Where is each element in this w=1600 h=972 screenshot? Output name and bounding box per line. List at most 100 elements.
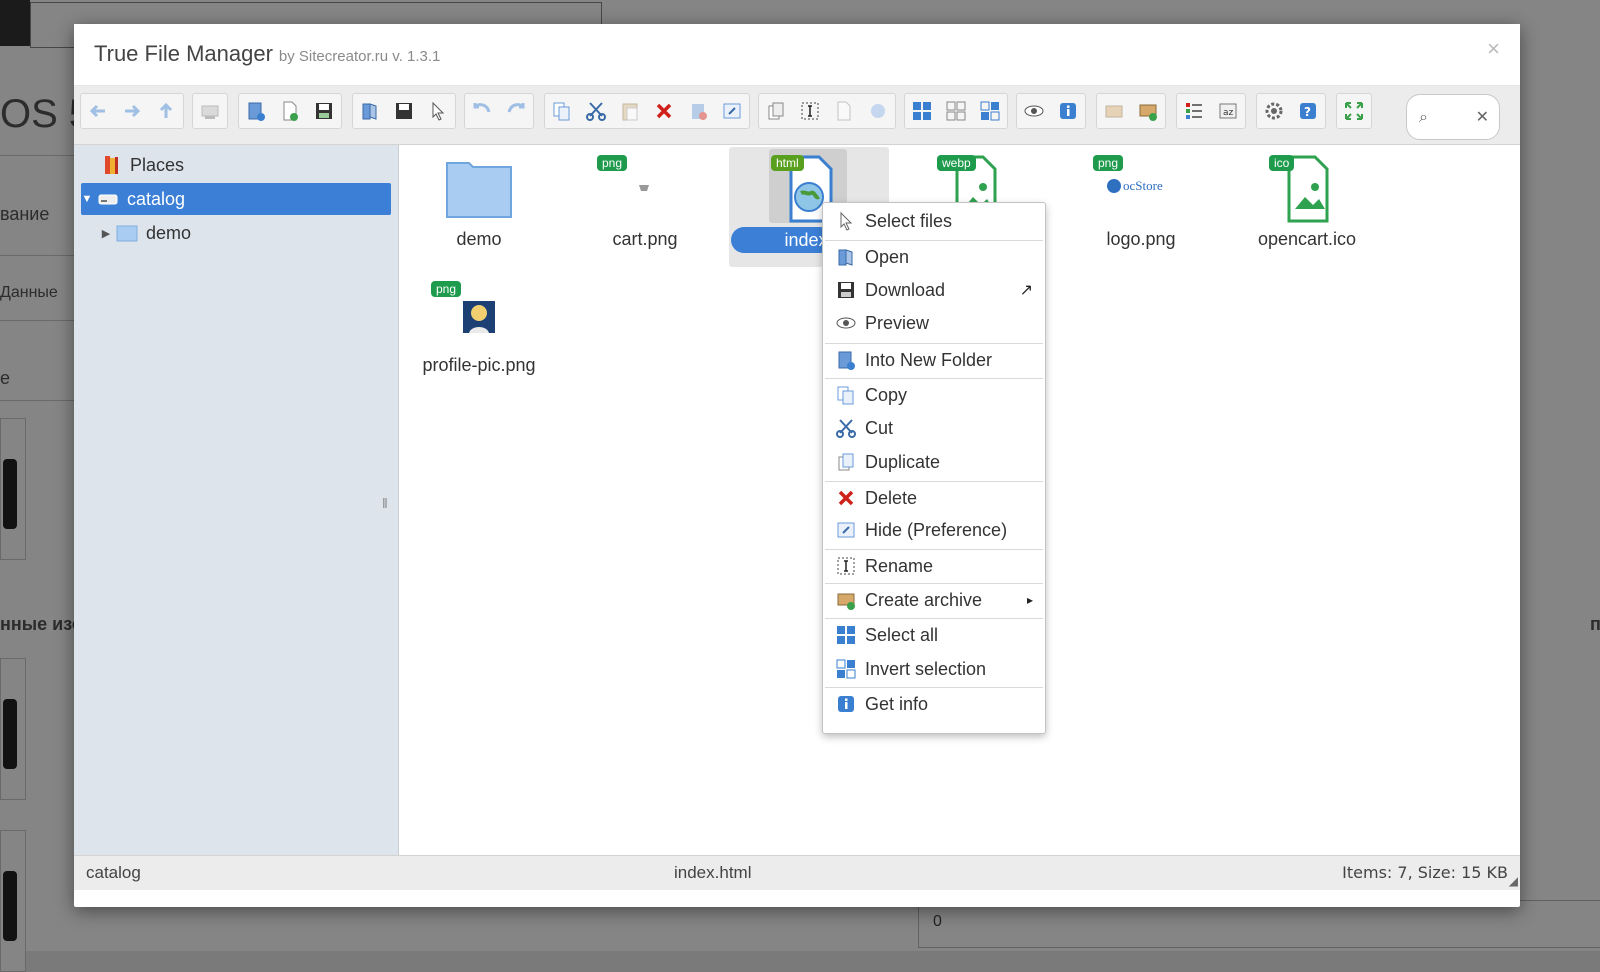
resize-button[interactable] (861, 94, 895, 128)
file-item-cart[interactable]: png cart.png (565, 147, 725, 267)
tree-item-catalog[interactable]: ▼ catalog (81, 183, 391, 215)
menu-item-label: Hide (Preference) (865, 519, 1008, 540)
menu-item-delete[interactable]: Delete (823, 482, 1045, 514)
file-name: logo.png (1106, 229, 1176, 249)
menu-item-create-archive[interactable]: Create archive ▸ (823, 584, 1045, 616)
menu-item-preview[interactable]: Preview (823, 307, 1045, 339)
resize-handle[interactable]: ‖ (382, 495, 388, 511)
extract-button[interactable] (1097, 94, 1131, 128)
settings-button[interactable] (1257, 94, 1291, 128)
invert-selection-button[interactable] (973, 94, 1007, 128)
rename-button[interactable] (793, 94, 827, 128)
folder-icon (446, 162, 512, 218)
dialog-title: True File Manager by Sitecreator.ru v. 1.… (94, 41, 440, 67)
menu-item-duplicate[interactable]: Duplicate (823, 446, 1045, 478)
search-input[interactable]: ⌕ ✕ (1406, 94, 1500, 140)
sort-button[interactable]: az (1211, 94, 1245, 128)
delete-button[interactable] (647, 94, 681, 128)
open-button[interactable] (353, 94, 387, 128)
drive-icon (97, 188, 121, 210)
arrow-up-icon (159, 102, 173, 118)
menu-item-rename[interactable]: Rename (823, 550, 1045, 582)
file-type-badge: png (431, 281, 462, 297)
back-button[interactable] (81, 94, 115, 128)
upload-button[interactable] (307, 94, 341, 128)
select-all-button[interactable] (905, 94, 939, 128)
menu-item-download[interactable]: Download ↗ (823, 274, 1045, 306)
duplicate-icon (768, 102, 784, 120)
empty-button[interactable] (681, 94, 715, 128)
status-summary: Items: 7, Size: 15 KB (1342, 863, 1508, 882)
menu-item-invert-selection[interactable]: Invert selection (823, 653, 1045, 685)
up-button[interactable] (149, 94, 183, 128)
resize-grip-icon[interactable]: ◢ (1509, 874, 1518, 888)
open-icon (833, 246, 859, 268)
tree-item-demo[interactable]: ▶ demo (100, 217, 191, 249)
archive-button[interactable] (1131, 94, 1165, 128)
select-button[interactable] (421, 94, 455, 128)
cut-button[interactable] (579, 94, 613, 128)
select-none-button[interactable] (939, 94, 973, 128)
toolbar-group-info (1016, 93, 1086, 129)
tree-item-label: demo (146, 222, 192, 243)
toolbar-group-manage (758, 93, 896, 129)
paste-button[interactable] (613, 94, 647, 128)
close-button[interactable]: × (1487, 36, 1500, 62)
info-button[interactable] (1051, 94, 1085, 128)
close-icon[interactable]: ✕ (1476, 107, 1489, 127)
download-button[interactable] (387, 94, 421, 128)
undo-button[interactable] (465, 94, 499, 128)
menu-item-label: Rename (865, 555, 934, 576)
new-file-button[interactable] (273, 94, 307, 128)
help-button[interactable]: ? (1291, 94, 1325, 128)
save-icon (833, 279, 859, 301)
hide-button[interactable] (715, 94, 749, 128)
list-view-button[interactable] (1177, 94, 1211, 128)
rename-icon (833, 555, 859, 577)
tree-item-places[interactable]: Places (100, 149, 184, 181)
menu-item-open[interactable]: Open (823, 241, 1045, 273)
edit-file-icon (837, 101, 851, 121)
file-name: demo (456, 229, 502, 249)
menu-item-select-files[interactable]: Select files (823, 205, 1045, 237)
edit-button[interactable] (827, 94, 861, 128)
preview-button[interactable] (1017, 94, 1051, 128)
file-item-profile-pic[interactable]: png profile-pic.png (399, 273, 559, 393)
toolbar-group-select (904, 93, 1008, 129)
menu-item-label: Create archive (865, 589, 983, 610)
forward-button[interactable] (115, 94, 149, 128)
logo-text: ocStore (1123, 178, 1163, 193)
file-item-opencart[interactable]: ico opencart.ico (1227, 147, 1387, 267)
dialog-titlebar[interactable]: True File Manager by Sitecreator.ru v. 1.… (74, 24, 1520, 86)
invert-selection-icon (980, 101, 1000, 121)
file-item-logo[interactable]: png ocStore logo.png (1061, 147, 1221, 267)
menu-item-get-info[interactable]: Get info (823, 688, 1045, 720)
save-icon (316, 103, 332, 119)
menu-item-hide[interactable]: Hide (Preference) (823, 514, 1045, 546)
logo-thumbnail: ocStore (1107, 175, 1163, 197)
chevron-right-icon[interactable]: ▶ (100, 227, 112, 240)
submenu-arrow-icon: ▸ (1026, 593, 1033, 607)
new-file-icon (283, 101, 298, 121)
chevron-down-icon[interactable]: ▼ (81, 193, 93, 205)
new-folder-button[interactable] (239, 94, 273, 128)
toolbar-group-help: ? (1256, 93, 1326, 129)
menu-item-select-all[interactable]: Select all (823, 619, 1045, 651)
menu-item-copy[interactable]: Copy (823, 379, 1045, 411)
menu-item-into-new-folder[interactable]: Into New Folder (823, 344, 1045, 376)
menu-item-label: Cut (865, 417, 894, 438)
file-type-badge: ico (1269, 155, 1295, 171)
background-label-4: нные изо (0, 614, 83, 634)
fullscreen-button[interactable] (1337, 94, 1371, 128)
redo-button[interactable] (499, 94, 533, 128)
menu-item-cut[interactable]: Cut (823, 412, 1045, 444)
folder-icon (116, 222, 140, 244)
file-item-demo[interactable]: demo (399, 147, 559, 267)
reload-button[interactable] (193, 94, 227, 128)
external-link-icon: ↗ (1019, 282, 1033, 299)
duplicate-button[interactable] (759, 94, 793, 128)
sort-icon: az (1219, 103, 1237, 119)
menu-item-label: Copy (865, 384, 908, 405)
background-divider (0, 320, 74, 321)
copy-button[interactable] (545, 94, 579, 128)
